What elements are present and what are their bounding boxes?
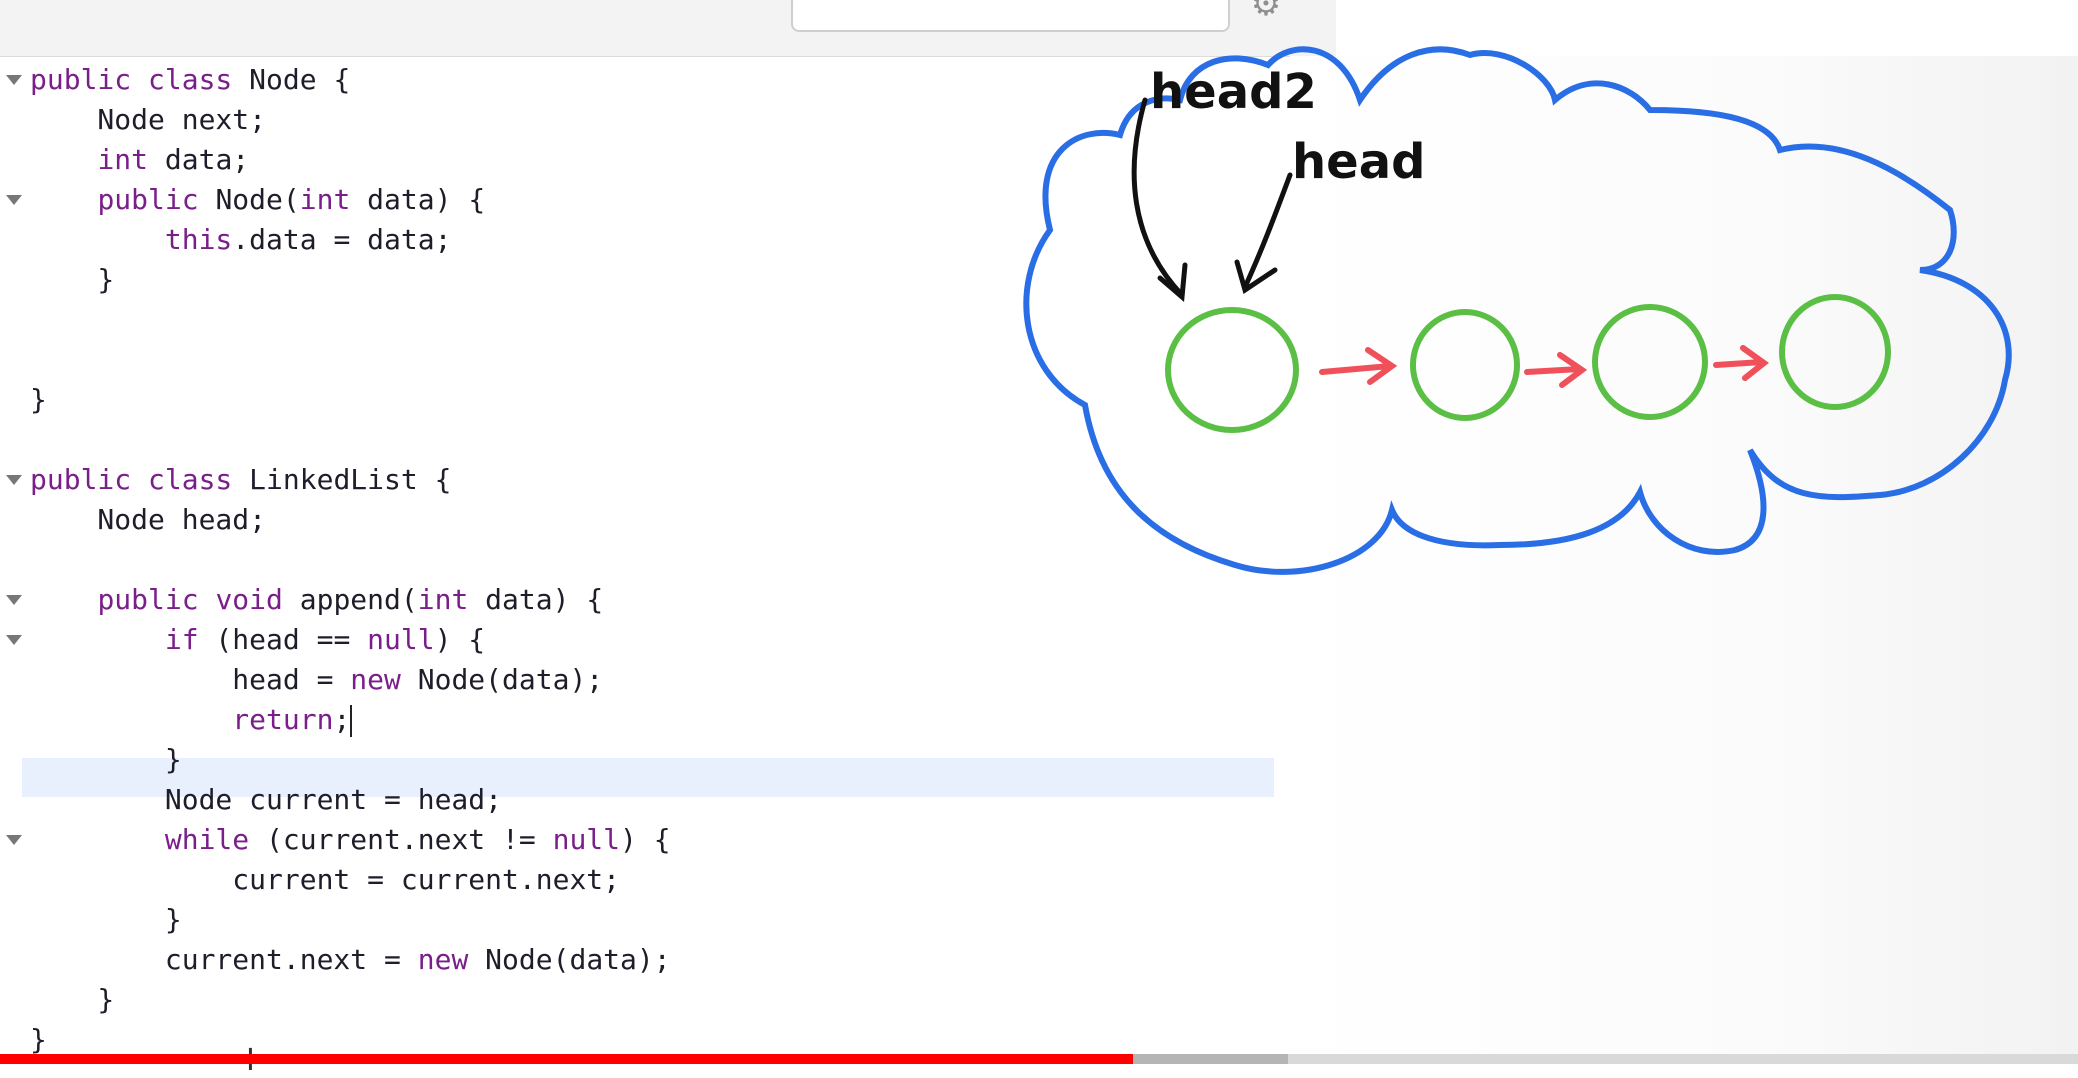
head2-label: head2 [1150, 64, 1317, 120]
list-node-2 [1410, 309, 1520, 421]
next-arrow-3 [1713, 345, 1769, 381]
head-pointer-arrow [1234, 172, 1293, 294]
progress-played [0, 1054, 1133, 1064]
list-node-3 [1592, 304, 1708, 420]
next-arrow-1 [1319, 347, 1398, 385]
list-node-1 [1165, 307, 1299, 433]
cloud-outline [1023, 46, 2012, 575]
list-node-4 [1779, 294, 1891, 410]
linked-list-diagram: head2 head [1023, 46, 2012, 575]
video-progress-bar[interactable] [0, 1054, 2078, 1064]
head-label: head [1292, 134, 1425, 190]
next-arrow-2 [1524, 352, 1588, 388]
head2-pointer-arrow [1131, 97, 1188, 303]
